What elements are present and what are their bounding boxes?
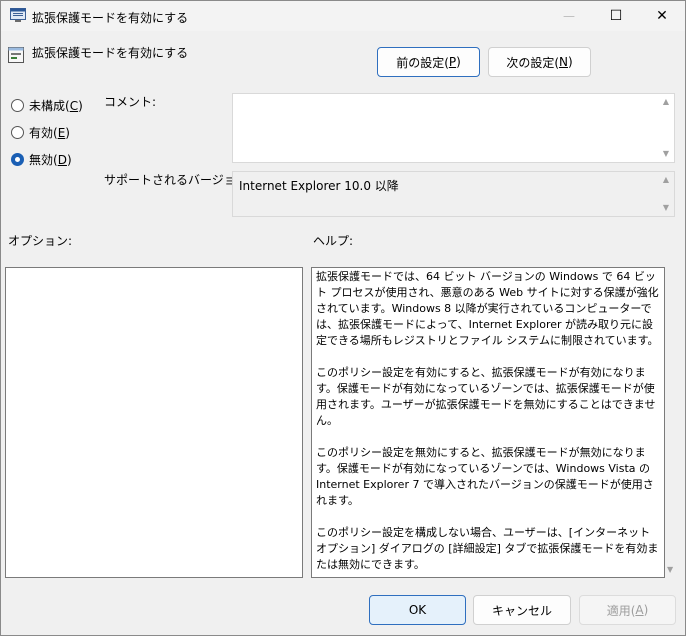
radio-enabled[interactable]: 有効(E)	[11, 124, 70, 141]
scroll-down-icon[interactable]: ▼	[660, 203, 672, 213]
radio-disabled[interactable]: 無効(D)	[11, 151, 72, 168]
radio-not-configured-circle[interactable]	[11, 99, 24, 112]
policy-dialog-window: 拡張保護モードを有効にする — ☐ ✕ 拡張保護モードを有効にする 前の設定(P…	[0, 0, 686, 636]
minimize-icon: —	[563, 9, 575, 23]
apply-accesskey: A	[635, 603, 644, 617]
radio-enabled-accesskey: E	[57, 125, 66, 140]
supported-on-box[interactable]: Internet Explorer 10.0 以降 ▲ ▼	[232, 171, 675, 217]
apply-button[interactable]: 適用(A)	[579, 595, 676, 625]
comment-textbox[interactable]: ▲ ▼	[232, 93, 675, 163]
help-paragraph: このポリシー設定を無効にすると、拡張保護モードが無効になります。保護モードが有効…	[316, 446, 654, 507]
policy-name: 拡張保護モードを有効にする	[32, 46, 189, 60]
cancel-button[interactable]: キャンセル	[473, 595, 571, 625]
previous-setting-button[interactable]: 前の設定(P)	[377, 47, 480, 77]
radio-not-configured-accesskey: C	[69, 98, 79, 113]
maximize-icon: ☐	[609, 8, 623, 24]
radio-not-configured-label: 未構成(	[29, 99, 70, 113]
options-label: オプション:	[8, 234, 73, 248]
scroll-down-icon[interactable]: ▼	[667, 565, 673, 574]
maximize-button[interactable]: ☐	[593, 1, 639, 31]
next-setting-accesskey: N	[559, 55, 568, 69]
title-bar[interactable]: 拡張保護モードを有効にする — ☐ ✕	[1, 1, 685, 31]
help-paragraph: このポリシー設定を構成しない場合、ユーザーは、[インターネット オプション] ダ…	[316, 526, 659, 571]
help-panel[interactable]: 拡張保護モードでは、64 ビット バージョンの Windows で 64 ビット…	[311, 267, 665, 578]
supported-on-value: Internet Explorer 10.0 以降	[239, 179, 399, 193]
next-setting-button[interactable]: 次の設定(N)	[488, 47, 591, 77]
previous-setting-accesskey: P	[448, 55, 457, 69]
options-panel[interactable]	[5, 267, 303, 578]
policy-window-icon	[10, 8, 26, 22]
policy-setting-icon	[8, 47, 24, 63]
close-icon: ✕	[656, 8, 668, 24]
close-button[interactable]: ✕	[639, 1, 685, 31]
help-paragraph: 拡張保護モードでは、64 ビット バージョンの Windows で 64 ビット…	[316, 270, 659, 347]
apply-label: 適用(	[606, 603, 636, 618]
radio-enabled-circle[interactable]	[11, 126, 24, 139]
help-label: ヘルプ:	[313, 234, 354, 248]
ok-button[interactable]: OK	[369, 595, 466, 625]
comment-label: コメント:	[104, 95, 157, 109]
help-scrollbar[interactable]: ▼	[665, 267, 681, 578]
scroll-up-icon[interactable]: ▲	[660, 97, 672, 107]
minimize-button[interactable]: —	[546, 1, 592, 31]
radio-disabled-circle[interactable]	[11, 153, 24, 166]
help-paragraph: このポリシー設定を有効にすると、拡張保護モードが有効になります。保護モードが有効…	[316, 366, 656, 427]
next-setting-label: 次の設定(	[506, 55, 559, 70]
scroll-down-icon[interactable]: ▼	[660, 149, 672, 159]
radio-not-configured[interactable]: 未構成(C)	[11, 97, 83, 114]
previous-setting-label: 前の設定(	[396, 55, 449, 70]
radio-disabled-label: 無効(	[29, 153, 58, 167]
cancel-label: キャンセル	[491, 603, 552, 618]
ok-label: OK	[408, 603, 427, 617]
radio-enabled-label: 有効(	[29, 126, 58, 140]
scroll-up-icon[interactable]: ▲	[660, 175, 672, 185]
radio-disabled-accesskey: D	[57, 152, 67, 167]
supported-on-label: サポートされるバージョン:	[104, 173, 252, 187]
window-title: 拡張保護モードを有効にする	[32, 11, 189, 25]
